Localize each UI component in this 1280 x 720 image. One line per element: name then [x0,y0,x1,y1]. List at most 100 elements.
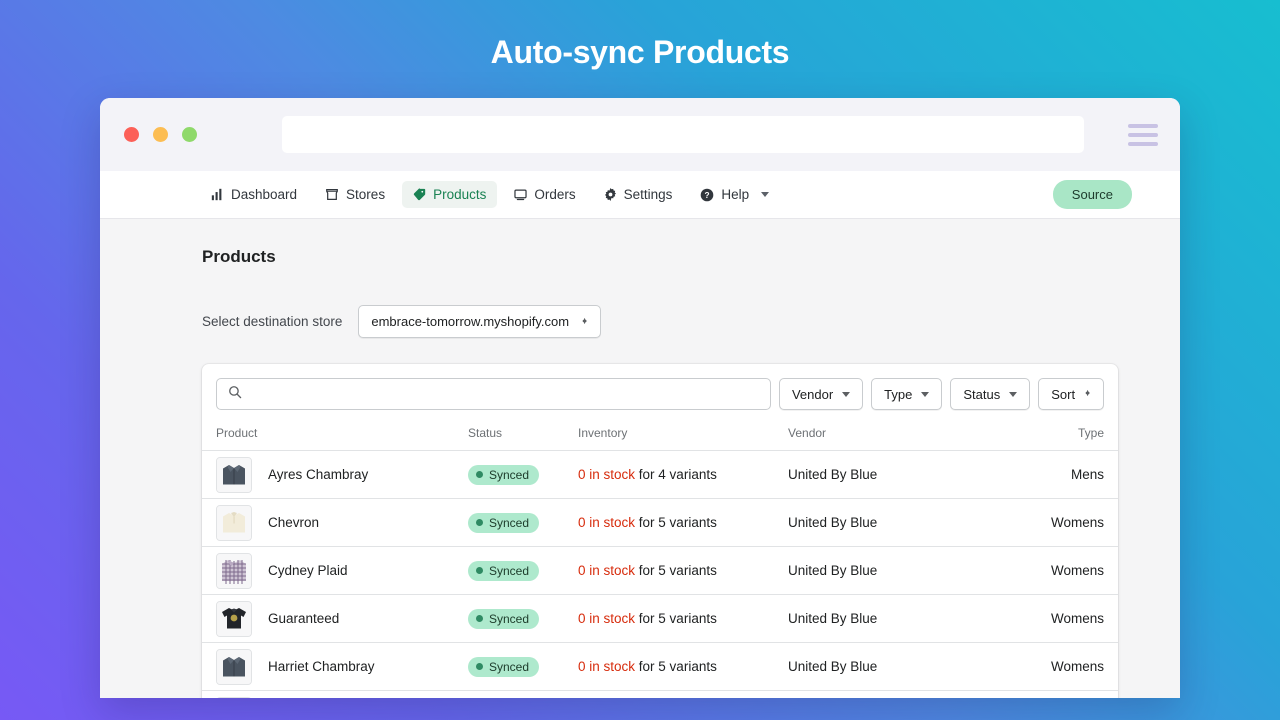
nav-item-label: Dashboard [231,187,298,202]
traffic-light-buttons [124,127,197,142]
nav-item-settings[interactable]: Settings [593,181,684,208]
product-cell: Chevron [202,498,468,547]
type-cell: Mens [971,450,1118,499]
column-header-product[interactable]: Product [202,422,468,451]
inventory-count: 0 in stock [578,659,636,674]
nav-item-help[interactable]: ? Help [689,181,780,208]
status-badge: Synced [468,656,540,677]
inventory-variants: for 4 variants [638,467,717,482]
product-name: Cydney Plaid [268,563,348,578]
nav-item-label: Stores [346,187,386,202]
inventory-variants: for 5 variants [638,611,717,626]
table-row[interactable]: Chevron Synced 0 in stock for 5 variants Un… [202,498,1118,547]
svg-text:?: ? [705,190,710,200]
status-cell: Synced [468,594,578,643]
vendor-filter-label: Vendor [791,386,834,402]
nav-item-label: Products [433,187,487,202]
table-row-partial[interactable] [202,690,1118,698]
order-icon [514,188,527,201]
hamburger-icon[interactable] [1128,123,1158,146]
status-filter-button[interactable]: Status [950,378,1031,410]
type-filter-button[interactable]: Type [871,378,943,410]
tag-icon [413,188,426,201]
destination-store-select[interactable]: embrace-tomorrow.myshopify.com ▲ ▼ [358,305,601,338]
product-thumbnail-navy-chambray-shirt [216,456,252,493]
product-cell: Guaranteed [202,594,468,643]
inventory-variants: for 5 variants [638,563,717,578]
gear-icon [604,188,617,201]
source-button[interactable]: Source [1052,180,1132,209]
type-cell: Womens [971,594,1118,643]
status-badge-label: Synced [489,611,530,626]
up-down-arrows-icon: ▲ ▼ [1084,389,1091,398]
status-badge-label: Synced [489,563,530,578]
page-headline: Auto-sync Products [490,34,790,70]
minimize-window-button[interactable] [153,127,168,142]
inventory-cell: 0 in stock for 5 variants [578,546,788,595]
product-cell [202,690,468,698]
store-selector-row: Select destination store embrace-tomorro… [202,305,1118,338]
status-cell: Synced [468,498,578,547]
chevron-down-icon [921,391,930,397]
sort-button[interactable]: Sort ▲ ▼ [1038,378,1104,410]
status-badge-label: Synced [489,467,530,482]
type-cell: Womens [971,498,1118,547]
sort-label: Sort [1051,386,1076,402]
help-circle-icon: ? [700,188,714,202]
vendor-cell: United By Blue [788,450,971,499]
search-input[interactable] [250,386,759,402]
product-name: Ayres Chambray [268,467,369,482]
status-cell: Synced [468,546,578,595]
chevron-down-icon [1009,391,1018,397]
vendor-cell: United By Blue [788,642,971,691]
chevron-down-icon [761,192,770,197]
status-cell: Synced [468,450,578,499]
product-name: Guaranteed [268,611,340,626]
type-cell: Womens [971,546,1118,595]
browser-chrome-bar [100,98,1180,171]
inventory-cell: 0 in stock for 5 variants [578,594,788,643]
nav-item-orders[interactable]: Orders [503,181,586,208]
product-thumbnail-cream-polo-shirt [216,504,252,541]
inventory-cell: 0 in stock for 4 variants [578,450,788,499]
nav-item-stores[interactable]: Stores [314,181,396,208]
status-dot-icon [476,615,483,622]
column-header-vendor[interactable]: Vendor [788,422,971,451]
nav-item-label: Settings [623,187,673,202]
vendor-filter-button[interactable]: Vendor [778,378,864,410]
up-down-arrows-icon: ▲ ▼ [581,316,588,326]
nav-item-dashboard[interactable]: Dashboard [200,181,308,208]
product-cell: Cydney Plaid [202,546,468,595]
chevron-down-icon [842,391,851,397]
product-thumbnail-placeholder [216,696,252,698]
main-navigation: Dashboard Stores Products Orders Setting… [100,171,1180,219]
products-card: Vendor Type Status Sort ▲ ▼ Product Stat… [202,364,1118,698]
status-badge: Synced [468,512,540,533]
inventory-cell: 0 in stock for 5 variants [578,498,788,547]
status-dot-icon [476,567,483,574]
browser-url-bar[interactable] [282,116,1084,153]
maximize-window-button[interactable] [182,127,197,142]
status-badge: Synced [468,464,540,485]
column-header-type[interactable]: Type [971,422,1118,451]
nav-item-label: Help [721,187,750,202]
column-header-inventory[interactable]: Inventory [578,422,788,451]
table-row[interactable]: Ayres Chambray Synced 0 in stock for 4 var… [202,450,1118,499]
column-header-status[interactable]: Status [468,422,578,451]
page-title: Products [202,247,276,266]
nav-item-products[interactable]: Products [402,181,498,208]
product-cell: Harriet Chambray [202,642,468,691]
close-window-button[interactable] [124,127,139,142]
status-dot-icon [476,471,483,478]
filter-bar: Vendor Type Status Sort ▲ ▼ [202,364,1118,422]
table-row[interactable]: Cydney Plaid Synced 0 in stock for 5 varia… [202,546,1118,595]
table-row[interactable]: Guaranteed Synced 0 in stock for 5 variant… [202,594,1118,643]
product-name: Harriet Chambray [268,659,375,674]
status-badge: Synced [468,608,540,629]
table-row[interactable]: Harriet Chambray Synced 0 in stock for 5 v… [202,642,1118,691]
products-table-head: Product Status Inventory Vendor Type [202,422,1118,451]
inventory-variants: for 5 variants [638,659,717,674]
page-content: Products Select destination store embrac… [100,219,1180,698]
search-box[interactable] [216,378,771,410]
store-icon [325,188,339,201]
